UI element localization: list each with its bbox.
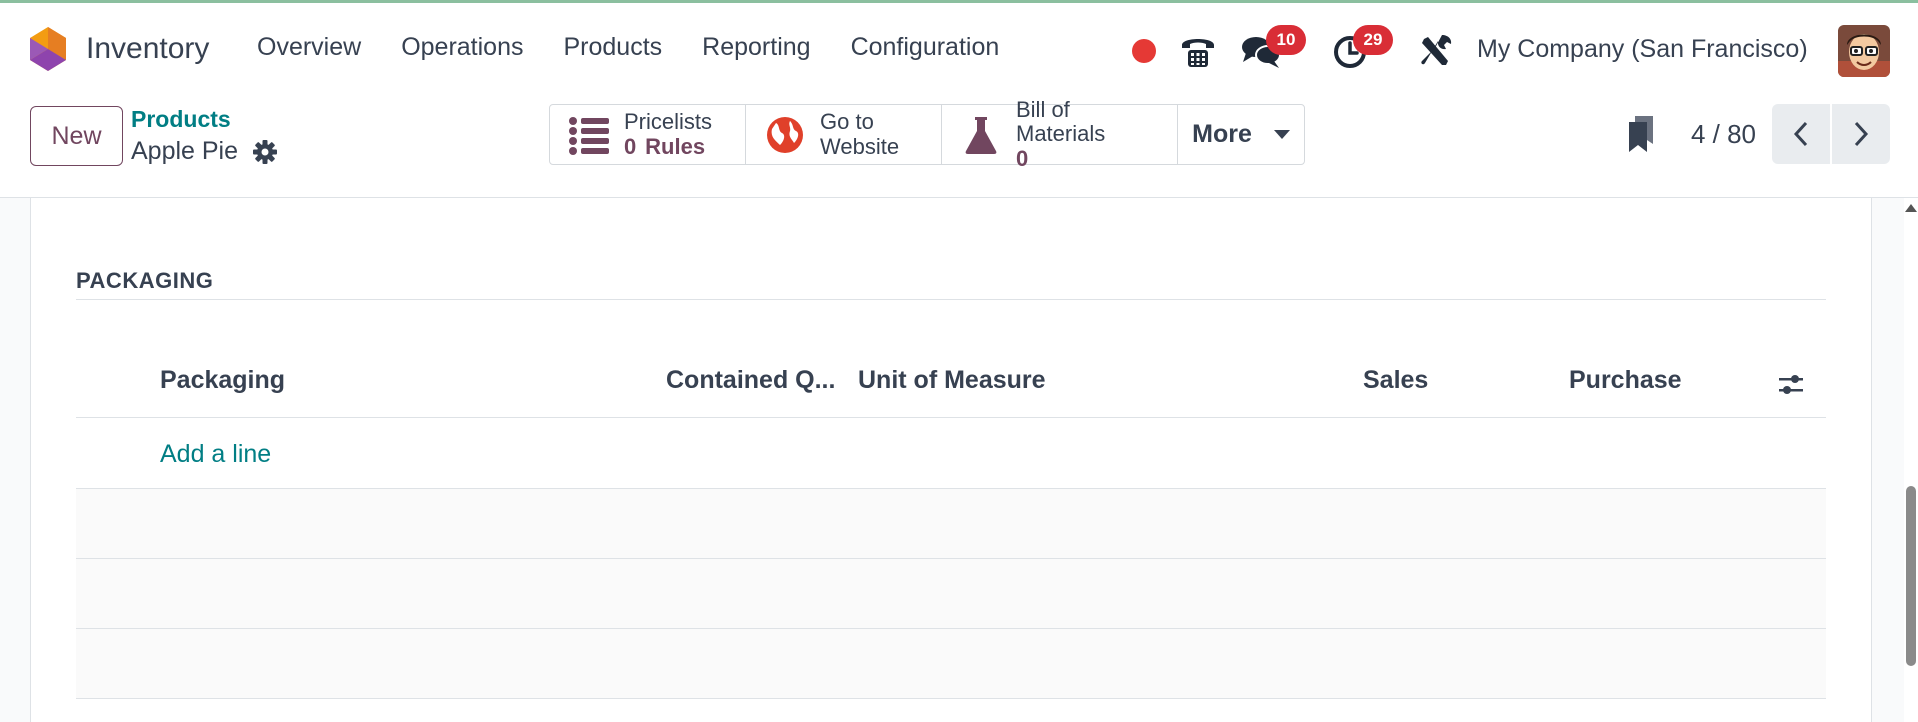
pager-value[interactable]: 4 / 80 [1691,119,1756,150]
avatar[interactable] [1838,25,1890,77]
menu-item-products[interactable]: Products [543,33,682,62]
pager: 4 / 80 [1627,104,1890,164]
menu-item-configuration[interactable]: Configuration [831,33,1020,62]
column-header-contained-qty[interactable]: Contained Q... [666,366,835,395]
chevron-left-icon [1793,121,1808,147]
pricelists-title: Pricelists [624,109,713,135]
column-header-purchase[interactable]: Purchase [1569,366,1682,395]
breadcrumb-current: Apple Pie [131,137,278,166]
website-line-2: Website [820,133,900,159]
section-divider [76,299,1826,300]
go-to-website-smart-button[interactable]: Go to Website [746,105,942,164]
bom-value: 0 [1016,145,1029,171]
systray: 10 29 My Company (San Francisco) [1128,23,1918,79]
top-navbar: Inventory Overview Operations Products R… [0,0,1918,94]
bom-title: Bill of Materials [1016,97,1106,147]
phone-icon[interactable] [1178,31,1218,71]
pricelists-text: Pricelists 0 Rules [624,110,712,158]
smart-buttons: Pricelists 0 Rules Go to Website Bill of… [549,98,1305,170]
list-icon [569,116,609,155]
main-menu: Overview Operations Products Reporting C… [257,33,1019,62]
bom-text: Bill of Materials 0 [1016,98,1159,171]
table-row-empty [76,629,1826,699]
column-settings-icon[interactable] [1776,370,1806,400]
more-dropdown-button[interactable]: More [1178,105,1304,164]
activities-badge: 29 [1353,25,1393,55]
menu-item-operations[interactable]: Operations [381,33,543,62]
pager-next-button[interactable] [1832,104,1890,164]
company-switcher[interactable]: My Company (San Francisco) [1477,35,1808,64]
new-button[interactable]: New [30,106,123,166]
breadcrumb: Products Apple Pie [131,106,278,166]
flask-icon [965,116,997,154]
bookmark-icon[interactable] [1627,114,1655,154]
menu-item-reporting[interactable]: Reporting [682,33,830,62]
globe-icon [767,116,803,153]
column-header-unit-of-measure[interactable]: Unit of Measure [858,366,1046,395]
pager-previous-button[interactable] [1772,104,1830,164]
pricelists-value-line: 0 Rules [624,133,712,159]
website-line-1: Go to [820,109,874,135]
chevron-right-icon [1854,121,1869,147]
gear-icon[interactable] [252,139,278,165]
website-text: Go to Website [820,109,900,159]
column-header-sales[interactable]: Sales [1363,366,1428,395]
record-dot-icon[interactable] [1132,39,1156,63]
app-name: Inventory [86,32,210,65]
table-row-empty [76,559,1826,629]
column-header-packaging[interactable]: Packaging [160,366,285,395]
messages-badge: 10 [1266,25,1306,55]
pricelists-value: 0 [624,133,637,159]
app-logo-icon [30,27,66,71]
breadcrumb-parent-link[interactable]: Products [131,106,278,133]
scroll-up-arrow-icon[interactable] [1905,204,1917,212]
scrollbar-thumb[interactable] [1906,486,1916,666]
table-row-empty [76,489,1826,559]
packaging-table-header: Packaging Contained Q... Unit of Measure… [76,352,1826,418]
pricelists-sub: Rules [645,133,706,159]
bill-of-materials-smart-button[interactable]: Bill of Materials 0 [942,98,1178,170]
section-title-packaging: PACKAGING [76,268,214,293]
add-a-line-link[interactable]: Add a line [160,440,271,469]
menu-item-overview[interactable]: Overview [257,33,381,62]
control-panel: New Products Apple Pie Pricelists 0 Rule… [0,94,1918,198]
caret-down-icon [1273,130,1290,139]
pricelists-smart-button[interactable]: Pricelists 0 Rules [550,105,746,164]
more-label: More [1192,120,1252,148]
tools-icon[interactable] [1418,31,1454,71]
app-brand[interactable]: Inventory [28,25,209,73]
table-row-add-line: Add a line [76,418,1826,489]
record-title: Apple Pie [131,137,239,165]
